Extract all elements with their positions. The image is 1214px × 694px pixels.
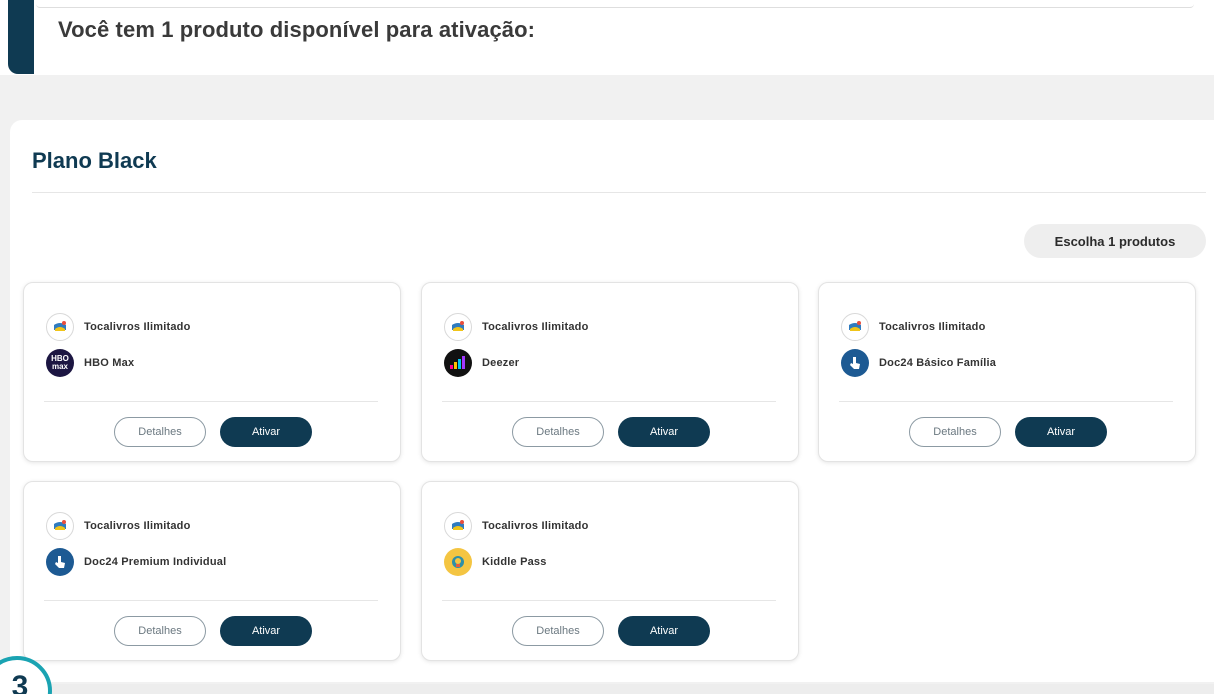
product-name: Doc24 Premium Individual [84,556,227,568]
plan-divider [32,192,1206,193]
plan-title: Plano Black [32,148,157,173]
card-divider [44,401,378,402]
tocalivros-icon [46,313,74,341]
deezer-icon [444,349,472,377]
banner-accent-bar [8,0,34,74]
product-row: Tocalivros Ilimitado [444,313,589,341]
tocalivros-icon [444,313,472,341]
product-row: Tocalivros Ilimitado [46,512,191,540]
activate-button[interactable]: Ativar [220,417,312,447]
activation-banner: Você tem 1 produto disponível para ativa… [0,0,1214,75]
hbo-max-icon: HBO max [46,349,74,377]
activate-button[interactable]: Ativar [618,417,710,447]
activate-button[interactable]: Ativar [618,616,710,646]
activate-button[interactable]: Ativar [1015,417,1107,447]
product-name: Tocalivros Ilimitado [84,321,191,333]
kiddle-pass-icon [444,548,472,576]
card-divider [442,401,776,402]
product-row: Doc24 Premium Individual [46,548,226,576]
product-row: Tocalivros Ilimitado [444,512,589,540]
activate-button[interactable]: Ativar [220,616,312,646]
product-card-kiddle-pass: Tocalivros Ilimitado Kiddle Pass Detalhe… [421,481,799,661]
product-row: Kiddle Pass [444,548,547,576]
tocalivros-icon [841,313,869,341]
product-card-doc24-basico-familia: Tocalivros Ilimitado Doc24 Básico Famíli… [818,282,1196,462]
doc24-icon [841,349,869,377]
product-name: Deezer [482,357,520,369]
product-row: Tocalivros Ilimitado [46,313,191,341]
product-card-deezer: Tocalivros Ilimitado Deezer Detalhes Ati… [421,282,799,462]
choose-products-badge: Escolha 1 produtos [1024,224,1206,258]
product-row: Deezer [444,349,519,377]
details-button[interactable]: Detalhes [512,616,604,646]
details-button[interactable]: Detalhes [909,417,1001,447]
bottom-strip [0,684,1214,694]
card-divider [44,600,378,601]
card-divider [442,600,776,601]
details-button[interactable]: Detalhes [114,616,206,646]
product-row: Tocalivros Ilimitado [841,313,986,341]
banner-top-line [36,4,1194,8]
banner-title: Você tem 1 produto disponível para ativa… [58,17,536,42]
product-name: Tocalivros Ilimitado [482,520,589,532]
product-name: Tocalivros Ilimitado [879,321,986,333]
product-name: Tocalivros Ilimitado [84,520,191,532]
tocalivros-icon [444,512,472,540]
product-name: Tocalivros Ilimitado [482,321,589,333]
product-name: Doc24 Básico Família [879,357,997,369]
doc24-icon [46,548,74,576]
product-name: HBO Max [84,357,135,369]
card-divider [839,401,1173,402]
product-row: Doc24 Básico Família [841,349,996,377]
plan-panel: Plano Black Escolha 1 produtos Tocalivro… [10,120,1214,682]
tocalivros-icon [46,512,74,540]
product-name: Kiddle Pass [482,556,547,568]
details-button[interactable]: Detalhes [512,417,604,447]
details-button[interactable]: Detalhes [114,417,206,447]
product-card-doc24-premium-individual: Tocalivros Ilimitado Doc24 Premium Indiv… [23,481,401,661]
product-row: HBO max HBO Max [46,349,134,377]
product-card-hbo-max: Tocalivros Ilimitado HBO max HBO Max Deta… [23,282,401,462]
